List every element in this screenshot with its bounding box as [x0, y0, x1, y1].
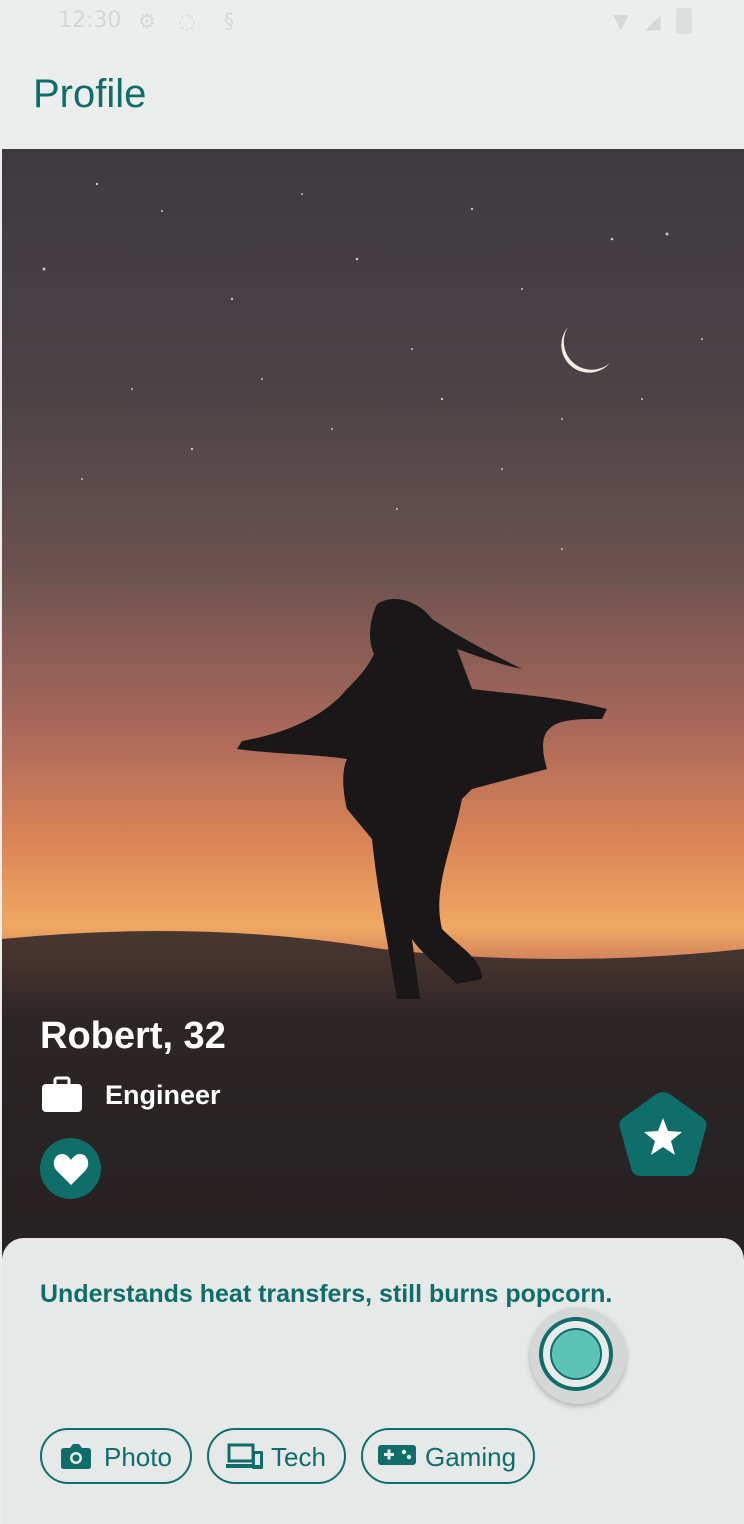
- capture-ring: [539, 1317, 613, 1391]
- top-app-bar: Profile: [0, 44, 744, 149]
- favorite-button[interactable]: [617, 1090, 709, 1178]
- status-bar: 12:30 ⚙ ◌ § ▼ ◢: [0, 0, 744, 44]
- chip-label: Tech: [271, 1442, 326, 1472]
- chip-label: Gaming: [425, 1442, 517, 1472]
- signal-icon: ◢: [645, 9, 661, 33]
- battery-icon: [676, 8, 692, 34]
- profile-name-age: Robert, 32: [40, 1015, 226, 1057]
- chip-label: Photo: [104, 1442, 172, 1472]
- page-title: Profile: [33, 72, 147, 116]
- capture-dot: [550, 1328, 602, 1380]
- profile-bio: Understands heat transfers, still burns …: [40, 1280, 613, 1308]
- wifi-icon: ▼: [613, 9, 629, 33]
- settings-status-icon: ⚙: [138, 9, 156, 33]
- sync-status-icon: ◌: [178, 9, 196, 33]
- like-button[interactable]: [40, 1138, 101, 1199]
- devices-icon: [226, 1443, 263, 1469]
- profile-occupation: Engineer: [105, 1080, 221, 1110]
- interest-chip-photo[interactable]: Photo: [40, 1428, 192, 1484]
- notification-status-icon: §: [224, 9, 234, 33]
- gamepad-icon: [378, 1445, 416, 1465]
- heart-icon: [53, 1154, 89, 1185]
- interest-chip-tech[interactable]: Tech: [207, 1428, 346, 1484]
- briefcase-icon: [42, 1076, 82, 1112]
- camera-capture-button[interactable]: [530, 1308, 626, 1404]
- camera-icon: [61, 1444, 91, 1469]
- status-time: 12:30: [58, 8, 122, 33]
- interest-chip-gaming[interactable]: Gaming: [361, 1428, 535, 1484]
